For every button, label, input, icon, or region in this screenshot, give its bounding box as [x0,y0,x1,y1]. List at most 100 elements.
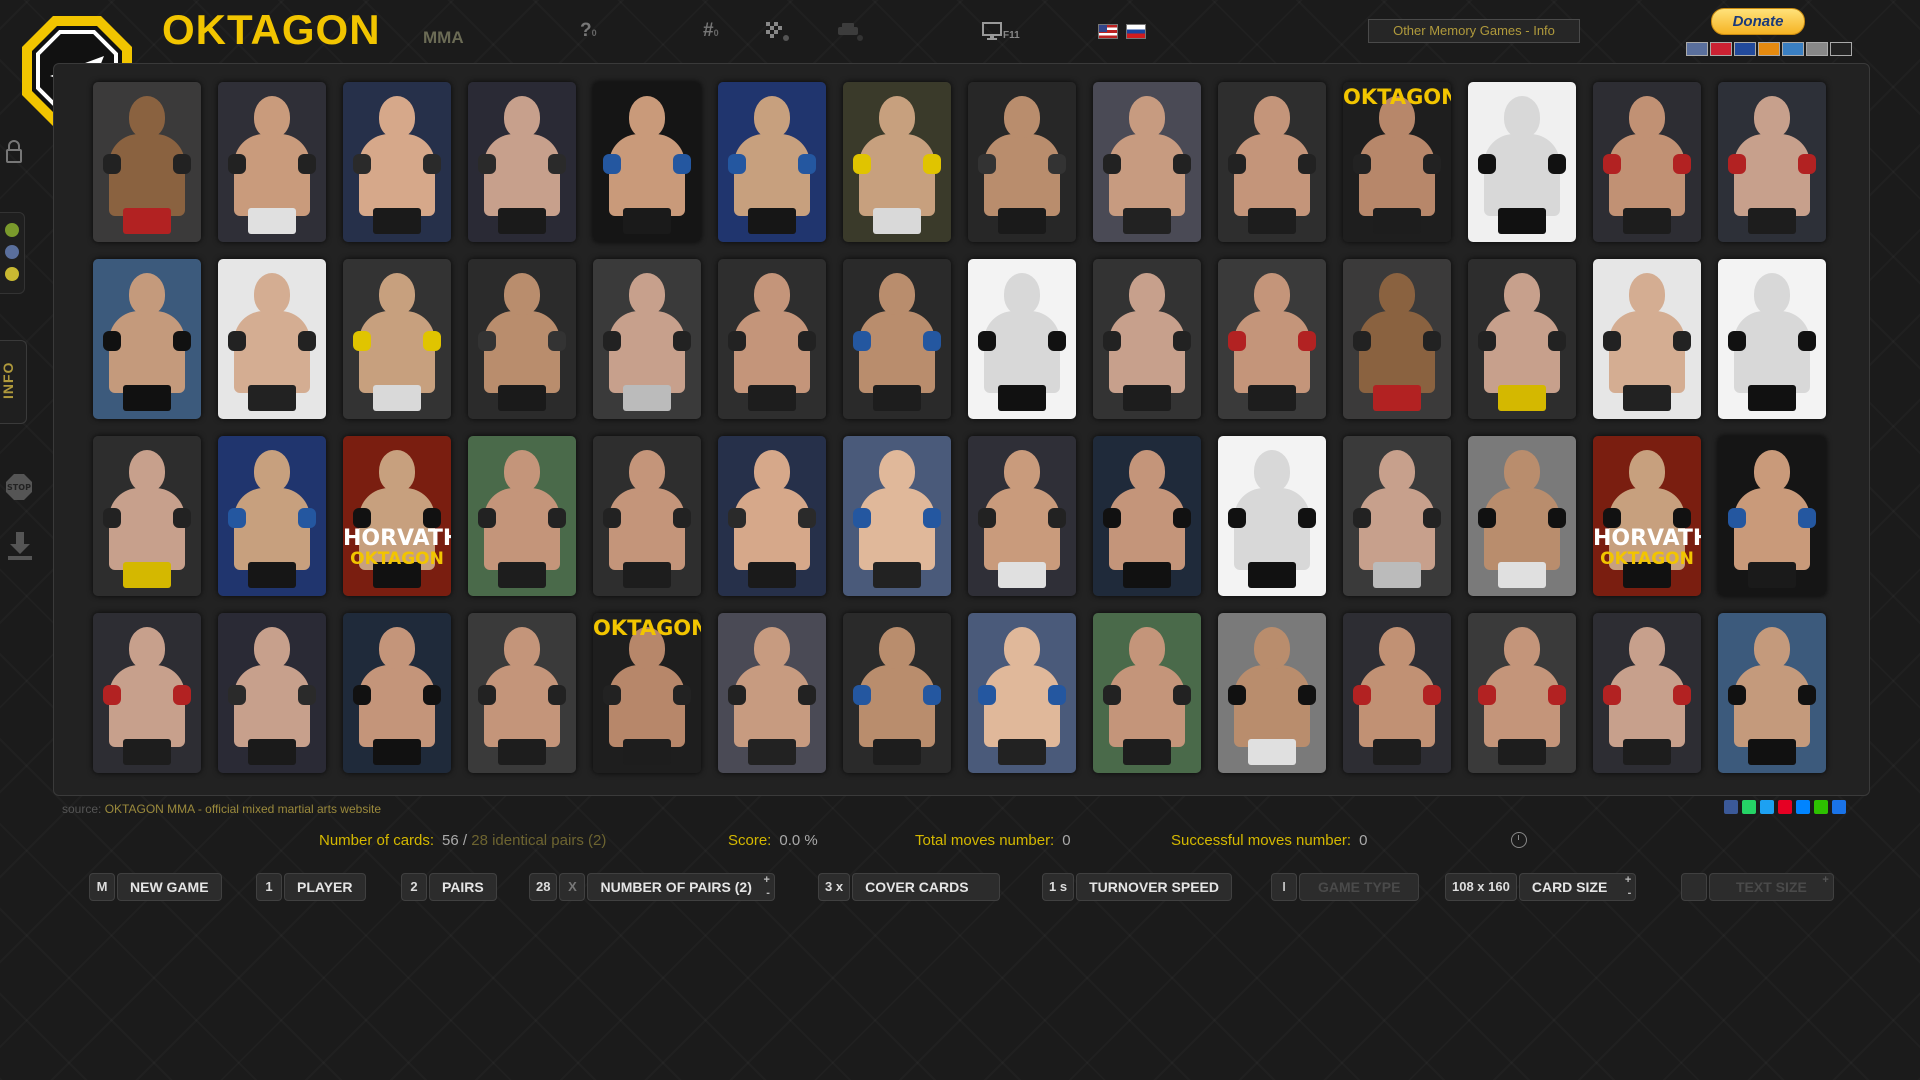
new-game-key[interactable]: M [89,873,115,901]
memory-card[interactable] [968,82,1076,242]
theme-dot-blue[interactable] [5,245,19,259]
memory-card[interactable] [218,613,326,773]
memory-card[interactable] [93,613,201,773]
memory-card[interactable] [343,613,451,773]
text-size-key[interactable] [1681,873,1707,901]
player-key[interactable]: 1 [256,873,282,901]
memory-card[interactable] [468,613,576,773]
memory-card[interactable] [1343,613,1451,773]
more-share-icon[interactable] [1832,800,1846,814]
pairs-button[interactable]: PAIRS [429,873,497,901]
player-control[interactable]: 1 PLAYER [256,873,366,901]
memory-card[interactable] [968,613,1076,773]
theme-dot-green[interactable] [5,223,19,237]
card-size-decrease-icon[interactable]: - [1628,888,1632,899]
cover-cards-button[interactable]: COVER CARDS [852,873,1000,901]
memory-card[interactable] [843,259,951,419]
memory-card[interactable] [718,82,826,242]
card-size-button[interactable]: CARD SIZE + - [1518,873,1637,901]
turnover-speed-key[interactable]: 1 s [1042,873,1075,901]
number-of-pairs-button[interactable]: NUMBER OF PAIRS (2) + - [587,873,775,901]
card-size-control[interactable]: 108 x 160 CARD SIZE + - [1445,873,1637,901]
card-size-key[interactable]: 108 x 160 [1445,873,1517,901]
pinterest-share-icon[interactable] [1778,800,1792,814]
wechat-share-icon[interactable] [1814,800,1828,814]
turnover-speed-control[interactable]: 1 s TURNOVER SPEED [1042,873,1232,901]
memory-card[interactable] [1718,82,1826,242]
number-of-pairs-key[interactable]: 28 [529,873,558,901]
memory-card[interactable] [1468,613,1576,773]
messenger-share-icon[interactable] [1796,800,1810,814]
memory-card[interactable] [218,82,326,242]
memory-card[interactable] [1468,436,1576,596]
pairs-control[interactable]: 2 PAIRS [401,873,497,901]
memory-card[interactable] [1718,259,1826,419]
new-game-control[interactable]: M NEW GAME [89,873,222,901]
twitter-share-icon[interactable] [1760,800,1774,814]
memory-card[interactable] [1218,613,1326,773]
memory-card[interactable] [468,259,576,419]
memory-card[interactable] [843,613,951,773]
other-memory-games-link[interactable]: Other Memory Games - Info [1368,19,1580,43]
clock-icon[interactable] [1511,832,1527,848]
memory-card[interactable] [1093,259,1201,419]
memory-card[interactable] [593,436,701,596]
memory-card[interactable] [1218,82,1326,242]
download-icon[interactable] [6,530,34,562]
number-of-pairs-decrease-icon[interactable]: - [766,888,770,899]
text-size-control[interactable]: TEXT SIZE + [1681,873,1834,901]
game-type-key[interactable]: I [1271,873,1297,901]
hash-icon[interactable]: #0 [703,20,719,42]
player-button[interactable]: PLAYER [284,873,366,901]
memory-card[interactable] [343,259,451,419]
cover-cards-key[interactable]: 3 x [818,873,851,901]
memory-card[interactable] [93,82,201,242]
game-type-control[interactable]: I GAME TYPE [1271,873,1420,901]
memory-card[interactable] [218,259,326,419]
text-size-button[interactable]: TEXT SIZE + [1709,873,1834,901]
card-size-increase-icon[interactable]: + [1625,875,1631,886]
memory-card[interactable] [93,259,201,419]
number-of-pairs-control[interactable]: 28 X NUMBER OF PAIRS (2) + - [529,873,775,901]
memory-card[interactable]: HORVATH OKTAGON [1593,436,1701,596]
car-icon[interactable] [836,20,864,42]
memory-card[interactable] [1093,436,1201,596]
memory-card[interactable] [1468,82,1576,242]
donate-button[interactable]: Donate [1711,8,1805,35]
memory-card[interactable] [718,259,826,419]
new-game-button[interactable]: NEW GAME [117,873,222,901]
info-tab[interactable]: INFO [0,340,27,424]
memory-card[interactable] [1718,436,1826,596]
fullscreen-monitor-icon[interactable] [982,22,1002,40]
memory-card[interactable] [218,436,326,596]
help-icon[interactable]: ?0 [580,20,597,42]
memory-card[interactable] [468,82,576,242]
memory-card[interactable] [1218,436,1326,596]
memory-card[interactable] [343,82,451,242]
memory-card[interactable]: HORVATH OKTAGON [343,436,451,596]
memory-card[interactable] [593,82,701,242]
facebook-share-icon[interactable] [1724,800,1738,814]
memory-card[interactable] [93,436,201,596]
stop-icon[interactable]: STOP [5,473,33,501]
memory-card[interactable] [1343,259,1451,419]
pairs-key[interactable]: 2 [401,873,427,901]
flag-slovak-icon[interactable] [1126,24,1146,39]
text-size-increase-icon[interactable]: + [1822,875,1828,886]
memory-card[interactable] [1468,259,1576,419]
memory-card[interactable] [1718,613,1826,773]
memory-card[interactable] [843,436,951,596]
memory-card[interactable] [968,259,1076,419]
memory-card[interactable] [843,82,951,242]
game-type-button[interactable]: GAME TYPE [1299,873,1420,901]
memory-card[interactable] [718,436,826,596]
memory-card[interactable] [1093,613,1201,773]
memory-card[interactable] [1593,259,1701,419]
memory-card[interactable] [1218,259,1326,419]
flag-english-icon[interactable] [1098,24,1118,39]
memory-card[interactable]: OKTAGON [1343,82,1451,242]
memory-card[interactable] [968,436,1076,596]
theme-dot-yellow[interactable] [5,267,19,281]
cover-cards-control[interactable]: 3 x COVER CARDS [818,873,1000,901]
memory-card[interactable]: OKTAGON [593,613,701,773]
